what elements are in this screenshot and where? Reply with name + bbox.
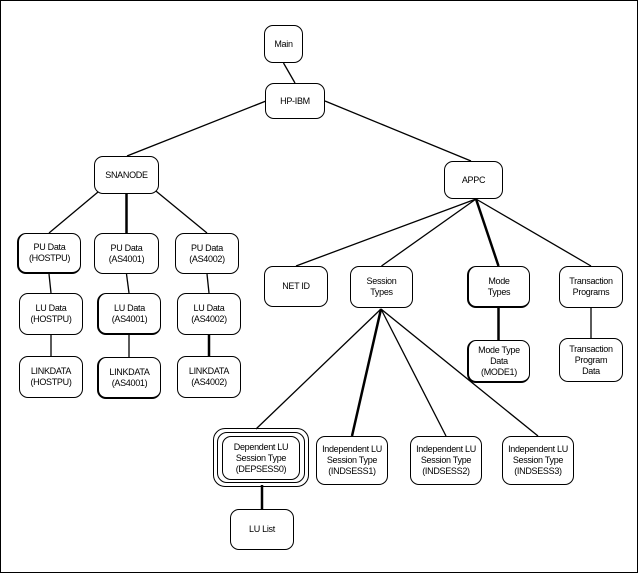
node-tp-data[interactable]: Transaction Program Data xyxy=(559,338,623,382)
edge-appc-to-tp xyxy=(475,198,592,267)
node-mode-data[interactable]: Mode Type Data (MODE1) xyxy=(467,340,530,383)
node-pu-as4001[interactable]: PU Data (AS4001) xyxy=(94,233,159,274)
node-hpibm[interactable]: HP-IBM xyxy=(265,83,325,119)
node-depsess0[interactable]: Dependent LU Session Type (DEPSESS0) xyxy=(222,436,300,480)
edge-appc-to-session-types xyxy=(381,198,477,267)
diagram-canvas: Main HP-IBM SNANODE APPC PU Data (HOSTPU) PU … xyxy=(0,0,638,573)
node-netid[interactable]: NET ID xyxy=(264,266,328,307)
edge-hpibm-to-appc xyxy=(324,100,472,162)
edge-appc-to-netid xyxy=(295,198,477,267)
edge-snanode-to-pu-hostpu xyxy=(48,186,105,234)
edge-session-types-to-indsess2 xyxy=(380,308,447,437)
node-snanode[interactable]: SNANODE xyxy=(94,156,159,194)
edge-pu-as4002-to-lu-as4002 xyxy=(206,273,210,294)
node-mode-types[interactable]: Mode Types xyxy=(467,266,530,308)
edge-pu-hostpu-to-lu-hostpu xyxy=(48,273,52,294)
node-tp[interactable]: Transaction Programs xyxy=(559,266,623,308)
node-lu-hostpu[interactable]: LU Data (HOSTPU) xyxy=(19,293,83,335)
node-lu-as4002[interactable]: LU Data (AS4002) xyxy=(177,293,241,335)
node-pu-as4002[interactable]: PU Data (AS4002) xyxy=(175,233,239,274)
node-indsess2[interactable]: Independent LU Session Type (INDSESS2) xyxy=(410,436,482,485)
edge-pu-as4001-to-lu-as4001 xyxy=(125,273,130,294)
edge-appc-to-mode-types xyxy=(474,198,500,267)
edge-hpibm-to-snanode xyxy=(126,100,267,157)
node-session-types[interactable]: Session Types xyxy=(350,266,413,308)
node-pu-hostpu[interactable]: PU Data (HOSTPU) xyxy=(17,233,81,274)
node-lu-as4001[interactable]: LU Data (AS4001) xyxy=(97,293,161,335)
edge-main-to-hpibm xyxy=(282,62,296,84)
node-indsess1[interactable]: Independent LU Session Type (INDSESS1) xyxy=(316,436,388,485)
edge-session-types-to-indsess1 xyxy=(350,308,383,437)
node-lu-list[interactable]: LU List xyxy=(230,509,294,550)
node-appc[interactable]: APPC xyxy=(444,161,503,199)
edge-session-types-to-depsess0 xyxy=(255,308,382,430)
edge-snanode-to-pu-as4002 xyxy=(150,186,208,234)
node-indsess3[interactable]: Independent LU Session Type (INDSESS3) xyxy=(502,436,574,485)
node-link-hostpu[interactable]: LINKDATA (HOSTPU) xyxy=(19,356,83,398)
node-link-as4001[interactable]: LINKDATA (AS4001) xyxy=(97,357,161,399)
node-main[interactable]: Main xyxy=(264,25,303,63)
node-link-as4002[interactable]: LINKDATA (AS4002) xyxy=(177,356,241,398)
